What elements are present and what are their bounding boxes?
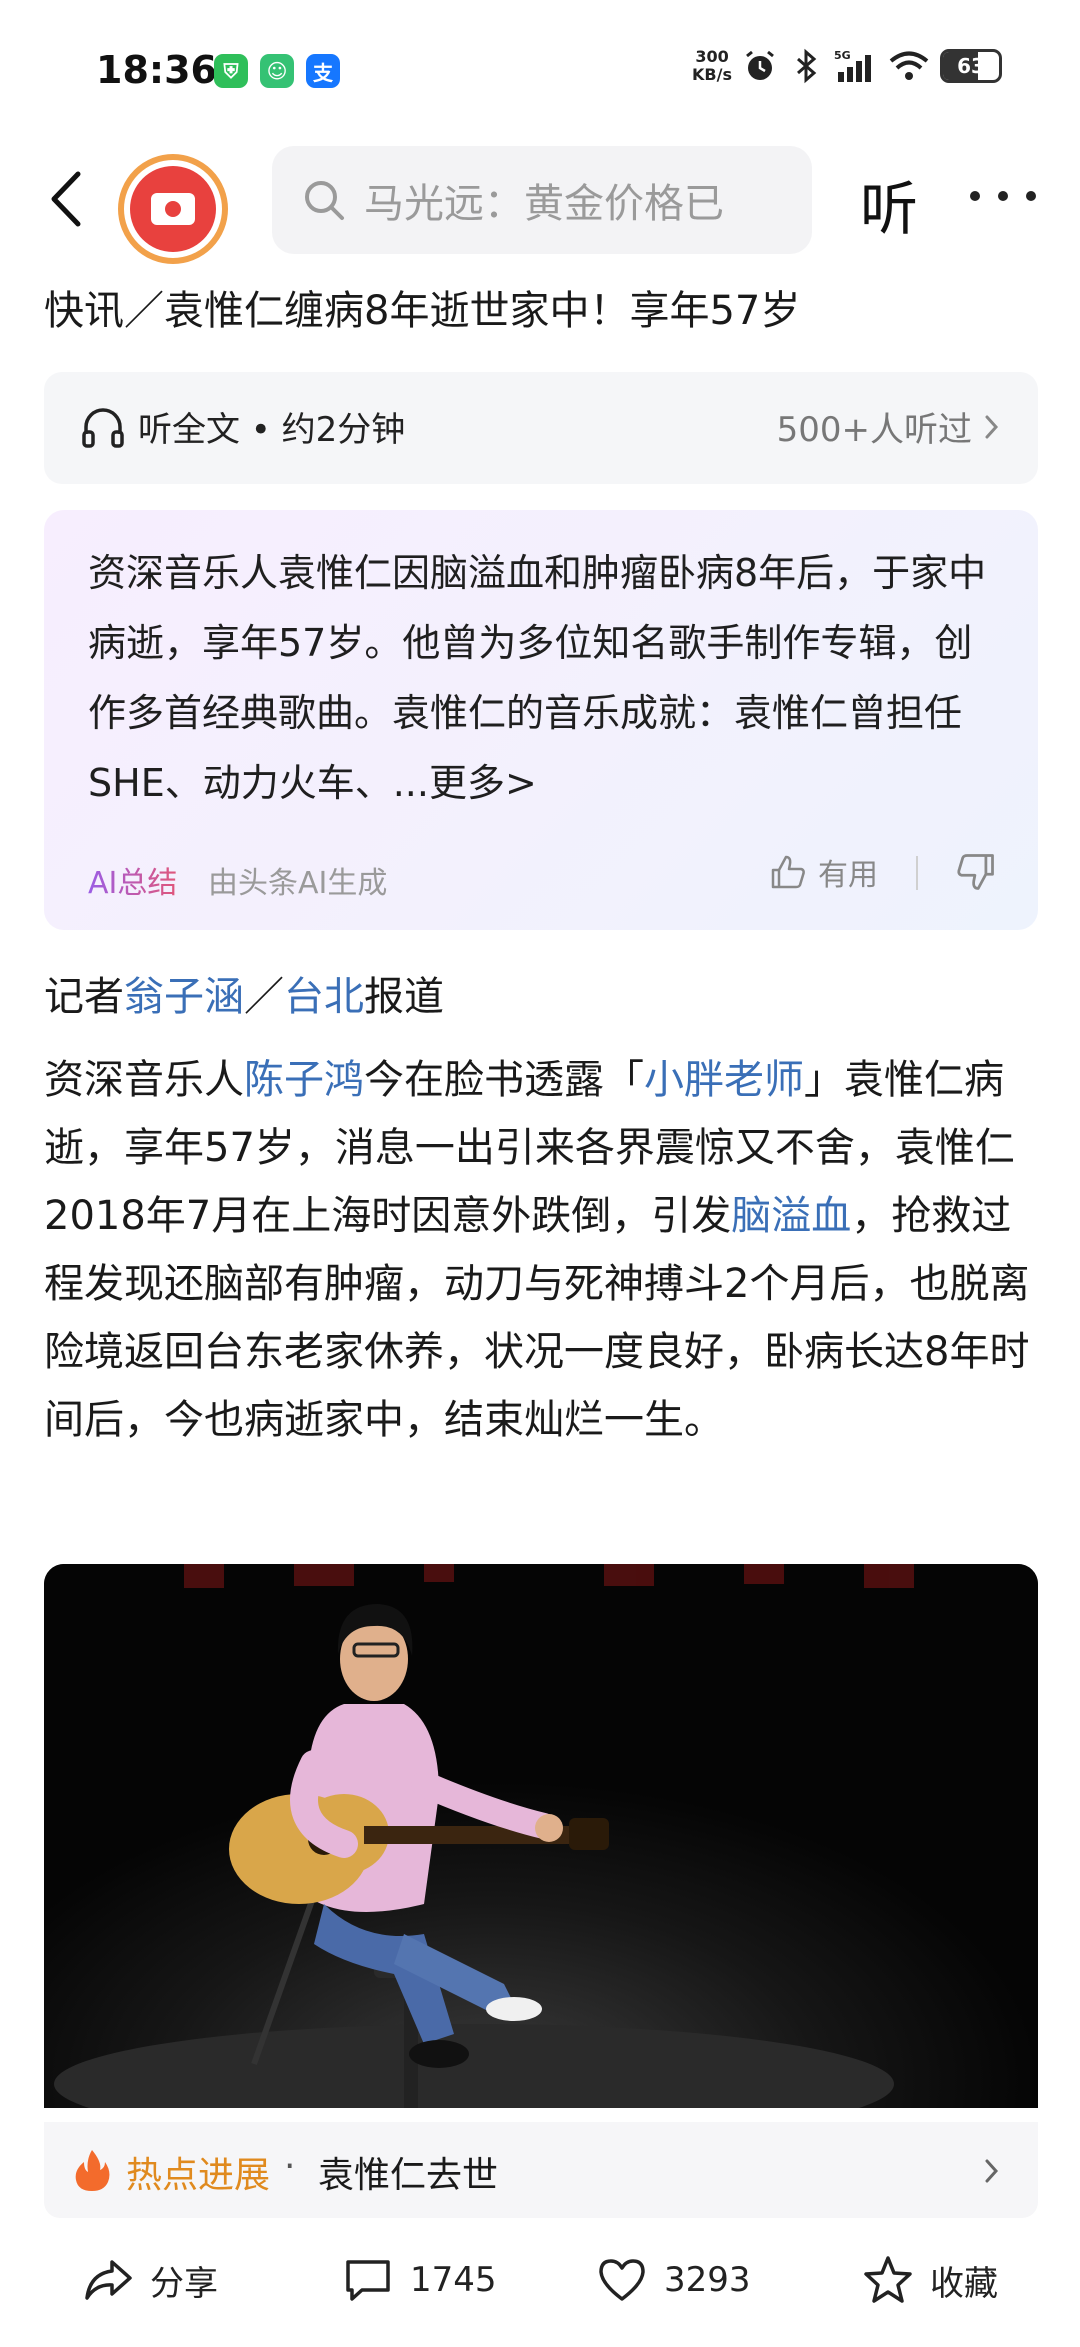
bluetooth-icon	[797, 48, 817, 84]
star-icon	[864, 2256, 912, 2303]
flame-icon	[75, 2150, 110, 2191]
byline-suffix: 报道	[364, 974, 444, 1020]
like-button[interactable]: 3293	[596, 2254, 751, 2306]
ai-summary-card[interactable]: 资深音乐人袁惟仁因脑溢血和肿瘤卧病8年后，于家中病逝，享年57岁。他曾为多位知名…	[44, 510, 1038, 930]
hot-topic-bar[interactable]: 热点进展 · 袁惟仁去世	[44, 2122, 1038, 2218]
article-header: 马光远：黄金价格已 听	[0, 140, 1080, 264]
hot-topic-dot: ·	[284, 2146, 296, 2187]
comment-icon	[346, 2260, 390, 2301]
battery-level: 63	[957, 54, 985, 78]
listen-full-label: 听全文 • 约2分钟	[138, 410, 406, 450]
byline-prefix: 记者	[44, 974, 124, 1020]
article-photo[interactable]	[44, 1564, 1038, 2108]
share-label: 分享	[150, 2263, 218, 2304]
ai-summary-source: 由头条AI生成	[208, 866, 388, 901]
body-text-2: 今在脸书透露「	[364, 1057, 644, 1103]
like-count: 3293	[664, 2260, 751, 2300]
net-speed-unit: KB/s	[692, 65, 732, 84]
chevron-right-icon	[985, 415, 999, 439]
ai-summary-body: 资深音乐人袁惟仁因脑溢血和肿瘤卧病8年后，于家中病逝，享年57岁。他曾为多位知名…	[88, 551, 987, 805]
ai-summary-label: AI总结	[88, 858, 177, 902]
listen-count: 500+人听过	[776, 410, 972, 450]
wifi-icon	[889, 51, 929, 80]
back-arrow-icon[interactable]	[42, 164, 92, 234]
ai-useful-button[interactable]: 有用	[768, 850, 878, 894]
listen-full-card[interactable]: 听全文 • 约2分钟 500+人听过	[44, 372, 1038, 484]
publisher-logo	[130, 166, 216, 252]
search-icon	[305, 181, 344, 220]
hot-topic-label: 热点进展	[126, 2155, 271, 2196]
keyword-link[interactable]: 脑溢血	[731, 1193, 851, 1239]
comment-count: 1745	[410, 2260, 497, 2300]
alarm-icon	[746, 50, 774, 80]
status-app-icons: ⛨ ☺ 支	[214, 54, 340, 88]
network-type: 5G	[834, 49, 851, 62]
bottom-action-bar: 分享 1745 3293 收藏	[0, 2232, 1080, 2347]
publisher-logo-mark	[151, 193, 195, 225]
ai-useful-label: 有用	[818, 858, 878, 893]
share-button[interactable]: 分享	[82, 2254, 218, 2306]
search-bar[interactable]: 马光远：黄金价格已	[272, 146, 812, 254]
favorite-button[interactable]: 收藏	[862, 2254, 998, 2306]
thumbs-up-icon	[771, 855, 805, 889]
ai-feedback-divider	[916, 856, 918, 890]
article-byline: 记者翁子涵／台北报道	[44, 964, 444, 1022]
alipay-app-icon: 支	[306, 54, 340, 88]
chevron-right-icon	[985, 2159, 999, 2183]
status-time: 18:36	[96, 48, 217, 92]
hot-topic-title: 袁惟仁去世	[318, 2155, 499, 2196]
mi-app-icon: ☺	[260, 54, 294, 88]
net-speed-value: 300	[695, 47, 729, 66]
search-placeholder: 马光远：黄金价格已	[364, 181, 724, 227]
cell-signal-icon: 5G	[834, 49, 871, 82]
ai-summary-more-link[interactable]: ...更多>	[393, 761, 537, 805]
location-link[interactable]: 台北	[284, 974, 364, 1020]
battery-icon: 63	[940, 49, 1002, 83]
article-title: 快讯／袁惟仁缠病8年逝世家中！享年57岁	[44, 288, 801, 334]
article-body: 资深音乐人陈子鸿今在脸书透露「小胖老师」袁惟仁病逝，享年57岁，消息一出引来各界…	[44, 1046, 1040, 1454]
favorite-label: 收藏	[930, 2263, 998, 2304]
body-text-1: 资深音乐人	[44, 1057, 244, 1103]
status-right: 300 KB/s 5G 63	[692, 48, 1002, 84]
more-options-icon[interactable]	[970, 176, 1036, 216]
shield-app-icon: ⛨	[214, 54, 248, 88]
net-speed: 300 KB/s	[692, 48, 732, 84]
byline-separator: ／	[244, 974, 284, 1020]
heart-icon	[599, 2259, 645, 2301]
reporter-link[interactable]: 翁子涵	[124, 974, 244, 1020]
person-link[interactable]: 陈子鸿	[244, 1057, 364, 1103]
share-icon	[85, 2260, 132, 2300]
comment-button[interactable]: 1745	[342, 2254, 497, 2306]
listen-button[interactable]: 听	[860, 162, 918, 246]
nickname-link[interactable]: 小胖老师	[644, 1057, 804, 1103]
ai-summary-text: 资深音乐人袁惟仁因脑溢血和肿瘤卧病8年后，于家中病逝，享年57岁。他曾为多位知名…	[88, 538, 1008, 818]
publisher-avatar[interactable]	[118, 154, 228, 264]
thumbs-down-icon[interactable]	[954, 850, 998, 894]
guitarist-on-stage-image	[44, 1564, 1038, 2108]
headphones-icon	[82, 408, 124, 448]
status-bar: 18:36 ⛨ ☺ 支 300 KB/s 5G 63	[0, 0, 1080, 140]
